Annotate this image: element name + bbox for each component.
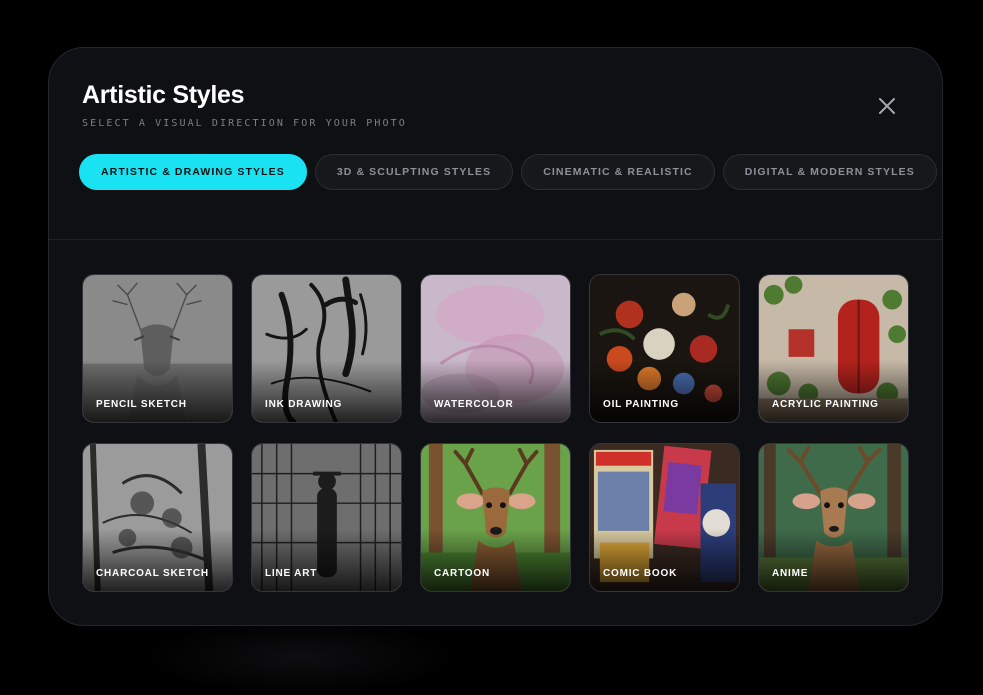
style-card-cartoon[interactable]: CARTOON (420, 443, 571, 592)
style-label: ANIME (772, 568, 809, 579)
style-card-comic-book[interactable]: COMIC BOOK (589, 443, 740, 592)
style-label: CHARCOAL SKETCH (96, 568, 209, 579)
close-icon (879, 98, 895, 114)
card-shade (252, 360, 401, 422)
style-card-line-art[interactable]: LINE ART (251, 443, 402, 592)
card-shade (590, 529, 739, 591)
styles-modal: Artistic Styles SELECT A VISUAL DIRECTIO… (48, 47, 943, 626)
style-card-oil-painting[interactable]: OIL PAINTING (589, 274, 740, 423)
card-shade (590, 360, 739, 422)
modal-title: Artistic Styles (82, 81, 245, 109)
style-card-pencil-sketch[interactable]: PENCIL SKETCH (82, 274, 233, 423)
close-button[interactable] (873, 92, 901, 120)
backdrop-glow (140, 620, 460, 695)
style-label: OIL PAINTING (603, 399, 679, 410)
tab-3d-sculpting[interactable]: 3D & SCULPTING STYLES (314, 154, 514, 190)
card-shade (252, 529, 401, 591)
card-shade (421, 529, 570, 591)
modal-subtitle: SELECT A VISUAL DIRECTION FOR YOUR PHOTO (82, 118, 407, 129)
card-shade (83, 529, 232, 591)
style-card-charcoal-sketch[interactable]: CHARCOAL SKETCH (82, 443, 233, 592)
style-label: WATERCOLOR (434, 399, 514, 410)
style-card-anime[interactable]: ANIME (758, 443, 909, 592)
style-label: ACRYLIC PAINTING (772, 399, 879, 410)
style-label: PENCIL SKETCH (96, 399, 187, 410)
card-shade (83, 360, 232, 422)
tab-artistic-drawing[interactable]: ARTISTIC & DRAWING STYLES (79, 154, 307, 190)
card-shade (759, 529, 908, 591)
style-label: COMIC BOOK (603, 568, 678, 579)
style-label: LINE ART (265, 568, 318, 579)
style-card-watercolor[interactable]: WATERCOLOR (420, 274, 571, 423)
style-label: CARTOON (434, 568, 490, 579)
style-grid: PENCIL SKETCH INK DRAWING WATERCOLOR OIL… (82, 274, 909, 592)
category-tabs: ARTISTIC & DRAWING STYLES 3D & SCULPTING… (79, 154, 942, 192)
style-card-acrylic-painting[interactable]: ACRYLIC PAINTING (758, 274, 909, 423)
card-shade (759, 360, 908, 422)
tab-cinematic-realistic[interactable]: CINEMATIC & REALISTIC (521, 154, 715, 190)
card-shade (421, 360, 570, 422)
tab-digital-modern[interactable]: DIGITAL & MODERN STYLES (722, 154, 937, 190)
style-label: INK DRAWING (265, 399, 343, 410)
style-card-ink-drawing[interactable]: INK DRAWING (251, 274, 402, 423)
divider (49, 239, 942, 240)
